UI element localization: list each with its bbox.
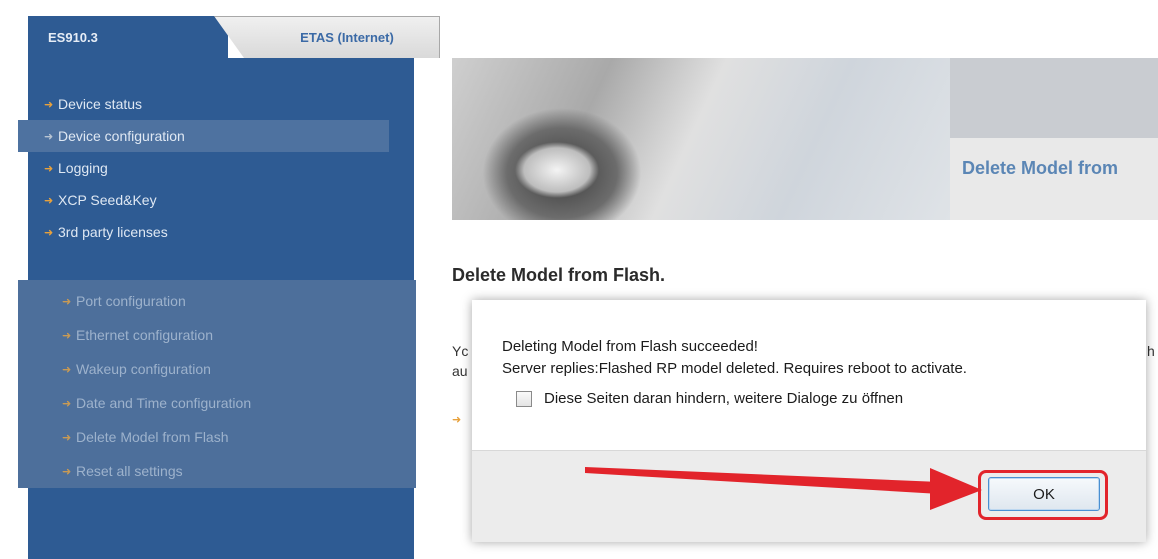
arrow-right-icon: ➜ <box>44 98 54 111</box>
header-banner: Delete Model from <box>452 58 1158 220</box>
sidebar-item-label: 3rd party licenses <box>58 224 168 240</box>
subnav-item-label: Ethernet configuration <box>76 327 213 343</box>
arrow-right-icon: ➜ <box>44 162 54 175</box>
sidebar-item-device-status[interactable]: ➜ Device status <box>28 88 414 120</box>
arrow-right-icon: ➜ <box>44 194 54 207</box>
page-text-fragment: h <box>1147 343 1155 359</box>
checkbox-label: Diese Seiten daran hindern, weitere Dial… <box>544 390 904 407</box>
banner-image <box>452 58 950 220</box>
subnav-item-label: Port configuration <box>76 293 186 309</box>
arrow-right-icon: ➜ <box>452 414 462 426</box>
sidebar-nav: ➜ Device status ➜ Device configuration ➜… <box>18 88 414 248</box>
subnav-item-label: Wakeup configuration <box>76 361 211 377</box>
dialog-footer: OK <box>472 450 1146 542</box>
sidebar-item-xcp-seed-key[interactable]: ➜ XCP Seed&Key <box>28 184 414 216</box>
arrow-right-icon: ➜ <box>62 363 72 376</box>
sidebar-item-device-configuration[interactable]: ➜ Device configuration <box>18 120 389 152</box>
arrow-right-icon: ➜ <box>44 226 54 239</box>
ok-button[interactable]: OK <box>988 477 1100 511</box>
subnav-item-reset-all-settings[interactable]: ➜ Reset all settings <box>18 454 416 488</box>
subnav-item-port-configuration[interactable]: ➜ Port configuration <box>18 284 416 318</box>
sidebar-item-label: Device configuration <box>58 128 185 144</box>
dialog-message-line-2: Server replies:Flashed RP model deleted.… <box>502 360 967 377</box>
subnav-item-ethernet-configuration[interactable]: ➜ Ethernet configuration <box>18 318 416 352</box>
sidebar-item-label: Device status <box>58 96 143 112</box>
banner-decoration <box>950 58 1158 138</box>
subnav-item-delete-model-from-flash[interactable]: ➜ Delete Model from Flash <box>18 420 416 454</box>
tab-etas-internet[interactable]: ETAS (Internet) <box>214 16 440 58</box>
tab-bar: ES910.3 ETAS (Internet) <box>28 16 440 58</box>
sidebar-item-3rd-party-licenses[interactable]: ➜ 3rd party licenses <box>28 216 414 248</box>
subnav-item-label: Date and Time configuration <box>76 395 252 411</box>
arrow-right-icon: ➜ <box>62 329 72 342</box>
arrow-right-icon: ➜ <box>62 295 72 308</box>
subnav-item-date-time-configuration[interactable]: ➜ Date and Time configuration <box>18 386 416 420</box>
sidebar-item-label: XCP Seed&Key <box>58 192 157 208</box>
suppress-dialogs-option[interactable]: Diese Seiten daran hindern, weitere Dial… <box>516 390 903 407</box>
arrow-right-icon: ➜ <box>62 397 72 410</box>
tab-es910[interactable]: ES910.3 <box>28 16 228 58</box>
subnav-item-label: Reset all settings <box>76 463 183 479</box>
page-text-fragment: au <box>452 363 468 379</box>
subnav-item-label: Delete Model from Flash <box>76 429 229 445</box>
sidebar-item-label: Logging <box>58 160 108 176</box>
subnav-item-wakeup-configuration[interactable]: ➜ Wakeup configuration <box>18 352 416 386</box>
dialog-body: Deleting Model from Flash succeeded! Ser… <box>472 300 1146 450</box>
checkbox-icon[interactable] <box>516 390 532 407</box>
page-title: Delete Model from Flash. <box>452 265 666 285</box>
arrow-right-icon: ➜ <box>62 465 72 478</box>
sidebar-item-logging[interactable]: ➜ Logging <box>28 152 414 184</box>
alert-dialog: Deleting Model from Flash succeeded! Ser… <box>472 300 1146 542</box>
banner-title: Delete Model from <box>962 158 1119 178</box>
arrow-right-icon: ➜ <box>62 431 72 444</box>
dialog-message-line-1: Deleting Model from Flash succeeded! <box>502 338 758 355</box>
page-text-fragment: Yc <box>452 343 469 359</box>
sidebar-subnav: ➜ Port configuration ➜ Ethernet configur… <box>18 280 416 488</box>
arrow-right-icon: ➜ <box>44 130 54 143</box>
sidebar: ➜ Device status ➜ Device configuration ➜… <box>18 58 416 559</box>
